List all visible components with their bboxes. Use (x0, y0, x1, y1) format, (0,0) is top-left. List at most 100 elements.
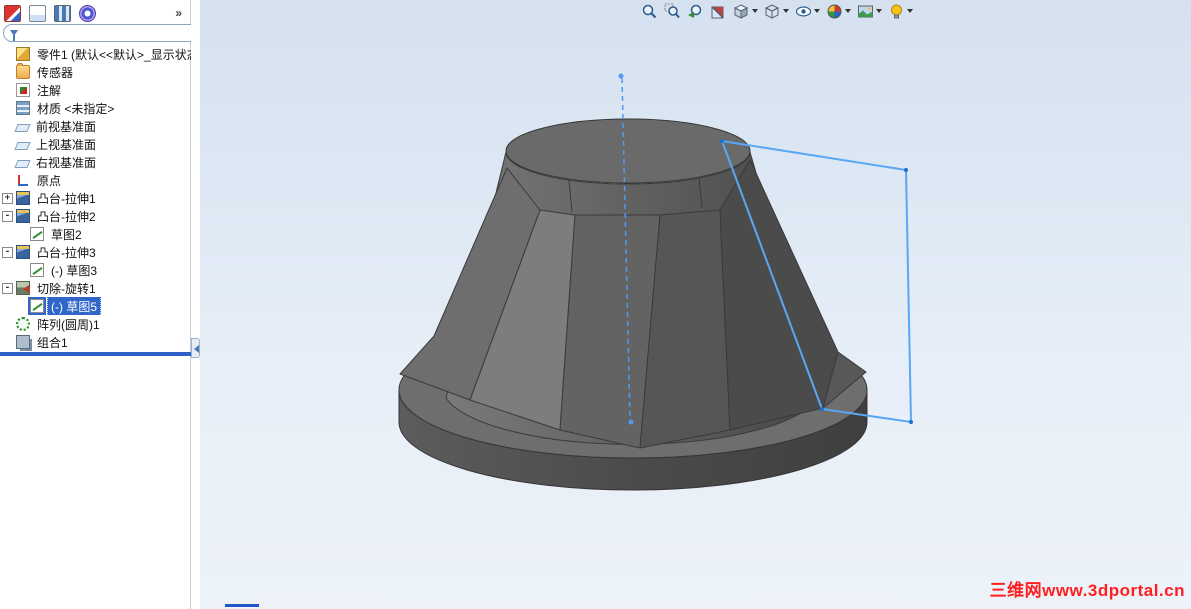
tree-item-part-root[interactable]: 零件1 (默认<<默认>_显示状态 (0, 45, 191, 63)
tree-item-label[interactable]: 材质 <未指定> (33, 99, 118, 117)
expand-toggle[interactable]: - (2, 210, 13, 222)
tree-item-label[interactable]: 草图2 (47, 225, 86, 243)
tree-item-label[interactable]: 上视基准面 (32, 135, 100, 153)
chevron-down-icon (876, 9, 882, 13)
tree-item-label[interactable]: 注解 (33, 81, 65, 99)
view-settings-icon (891, 4, 902, 18)
apply-scene-button[interactable] (856, 2, 883, 21)
tree-item-boss-extrude3[interactable]: - 凸台-拉伸3 (0, 243, 191, 261)
sketch-icon[interactable] (30, 227, 44, 241)
tree-item-label[interactable]: (-) 草图5 (47, 297, 101, 315)
view-orientation-button[interactable] (732, 2, 759, 21)
zoom-to-fit-icon (642, 4, 657, 18)
top-face (505, 118, 751, 184)
tree-item-cut-revolve1[interactable]: - 切除-旋转1 (0, 279, 191, 297)
chevron-down-icon (907, 9, 913, 13)
display-style-icon (764, 3, 780, 19)
axis-icon[interactable] (79, 4, 96, 22)
section-view-icon (711, 6, 724, 18)
tree-item-label[interactable]: 右视基准面 (32, 153, 100, 171)
tree-item-circular-pattern1[interactable]: 阵列(圆周)1 (0, 315, 191, 333)
left-toolbar: » (0, 0, 190, 26)
app-icon[interactable] (4, 4, 21, 22)
display-style-button[interactable] (763, 2, 790, 21)
tree-item-label[interactable]: 凸台-拉伸3 (33, 243, 100, 261)
boss-extrude-icon[interactable] (16, 191, 30, 205)
expand-toggle[interactable]: - (2, 282, 13, 294)
tree-item-label[interactable]: 凸台-拉伸1 (33, 189, 100, 207)
view-orientation-icon (733, 3, 749, 19)
status-line (225, 604, 259, 607)
tree-item-annotations[interactable]: 注解 (0, 81, 191, 99)
tree-item-label[interactable]: 凸台-拉伸2 (33, 207, 100, 225)
zoom-to-fit-button[interactable] (640, 2, 659, 21)
tree-item-right-plane[interactable]: 右视基准面 (0, 153, 191, 171)
tree-item-label[interactable]: 组合1 (33, 333, 72, 351)
heads-up-view-toolbar (640, 1, 914, 21)
tree-item-label[interactable]: (-) 草图3 (47, 261, 101, 279)
tree-item-label[interactable]: 阵列(圆周)1 (33, 315, 104, 333)
rollback-bar[interactable] (0, 352, 191, 356)
cut-revolve-icon[interactable] (16, 281, 30, 295)
section-view-button[interactable] (709, 2, 728, 21)
zoom-to-area-icon (664, 3, 680, 18)
previous-view-button[interactable] (686, 2, 705, 21)
chevron-down-icon (783, 9, 789, 13)
tree-item-boss-extrude2[interactable]: - 凸台-拉伸2 (0, 207, 191, 225)
panel-collapse-handle[interactable] (191, 338, 200, 358)
zoom-to-area-button[interactable] (663, 2, 682, 21)
tree-item-top-plane[interactable]: 上视基准面 (0, 135, 191, 153)
toolbar-overflow-chevron[interactable]: » (175, 6, 186, 20)
tree-item-sketch2[interactable]: 草图2 (0, 225, 191, 243)
hide-show-items-button[interactable] (794, 2, 821, 21)
chevron-down-icon (814, 9, 820, 13)
feature-filter-box (3, 24, 199, 42)
expand-toggle[interactable]: + (2, 192, 13, 204)
chevron-down-icon (752, 9, 758, 13)
tree-item-material[interactable]: 材质 <未指定> (0, 99, 191, 117)
grid-icon[interactable] (54, 4, 71, 22)
boss-extrude-icon[interactable] (16, 209, 30, 223)
tree-item-sensors[interactable]: 传感器 (0, 63, 191, 81)
tree-item-label[interactable]: 切除-旋转1 (33, 279, 100, 297)
plane-icon[interactable] (14, 123, 31, 132)
plane-icon[interactable] (14, 159, 31, 168)
watermark-text: 三维网www.3dportal.cn (989, 581, 1185, 600)
feature-filter-input[interactable] (23, 26, 192, 40)
hide-show-items-icon (795, 5, 812, 17)
apply-scene-icon (858, 5, 873, 17)
chevron-down-icon (845, 9, 851, 13)
feature-tree: 零件1 (默认<<默认>_显示状态 传感器 注解 材质 <未指定> 前视基准面 … (0, 45, 191, 351)
edit-appearance-button[interactable] (825, 2, 852, 21)
circular-pattern-icon[interactable] (16, 317, 30, 331)
tree-item-label[interactable]: 前视基准面 (32, 117, 100, 135)
plane-icon[interactable] (14, 141, 31, 150)
tree-item-combine1[interactable]: 组合1 (0, 333, 191, 351)
combine-icon[interactable] (16, 335, 30, 349)
panel-splitter (191, 0, 200, 609)
expand-toggle[interactable]: - (2, 246, 13, 258)
tree-item-label[interactable]: 原点 (33, 171, 65, 189)
3d-model[interactable] (200, 0, 1191, 609)
boss-extrude-icon[interactable] (16, 245, 30, 259)
edit-appearance-icon (827, 4, 842, 18)
tree-item-label[interactable]: 传感器 (33, 63, 77, 81)
tree-item-boss-extrude1[interactable]: + 凸台-拉伸1 (0, 189, 191, 207)
document-icon[interactable] (29, 4, 46, 22)
sketch-icon[interactable] (30, 263, 44, 277)
part-icon[interactable] (16, 47, 30, 61)
tree-item-origin[interactable]: 原点 (0, 171, 191, 189)
sketch-icon[interactable] (28, 297, 46, 315)
origin-icon[interactable] (16, 173, 30, 187)
sensors-folder-icon[interactable] (16, 63, 30, 79)
view-settings-button[interactable] (887, 2, 914, 21)
material-icon[interactable] (16, 101, 30, 115)
tree-item-sketch5[interactable]: (-) 草图5 (0, 297, 191, 315)
tree-item-sketch3[interactable]: (-) 草图3 (0, 261, 191, 279)
feature-manager-panel: » 零件1 (默认<<默认>_显示状态 传感器 注解 材质 <未指定> 前视基准… (0, 0, 199, 609)
tree-item-label[interactable]: 零件1 (默认<<默认>_显示状态 (33, 45, 191, 63)
annotations-folder-icon[interactable] (16, 83, 30, 97)
filter-funnel-icon (10, 30, 18, 41)
3d-viewport[interactable]: 三维网www.3dportal.cn (200, 0, 1191, 609)
tree-item-front-plane[interactable]: 前视基准面 (0, 117, 191, 135)
